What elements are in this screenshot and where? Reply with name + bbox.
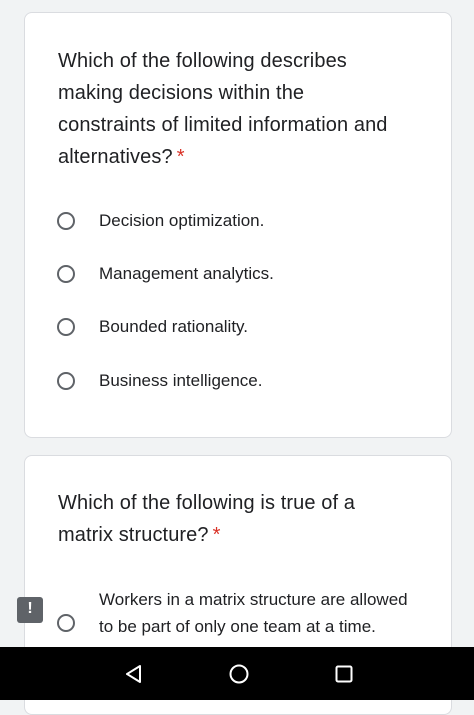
radio-option[interactable]: Management analytics. — [57, 263, 274, 285]
home-circle-icon-svg — [229, 664, 249, 684]
option-label[interactable]: Bounded rationality. — [99, 316, 248, 338]
home-circle-icon[interactable] — [226, 661, 252, 687]
radio-option[interactable]: Workers in a matrix structure are allowe… — [57, 586, 409, 640]
radio-button[interactable] — [57, 372, 75, 390]
question-text: Which of the following is true of a matr… — [58, 492, 355, 546]
back-triangle-icon[interactable] — [121, 661, 147, 687]
radio-button[interactable] — [57, 614, 75, 632]
radio-option[interactable]: Business intelligence. — [57, 370, 262, 392]
radio-button[interactable] — [57, 318, 75, 336]
question-card-1: Which of the following describes making … — [24, 12, 452, 438]
system-navigation-bar — [0, 647, 474, 700]
question-title: Which of the following describes making … — [58, 45, 398, 173]
required-asterisk: * — [212, 524, 221, 546]
question-text: Which of the following describes making … — [58, 50, 388, 168]
radio-option[interactable]: Bounded rationality. — [57, 316, 248, 338]
option-label[interactable]: Business intelligence. — [99, 370, 262, 392]
question-title: Which of the following is true of a matr… — [58, 487, 398, 551]
option-label[interactable]: Decision optimization. — [99, 210, 264, 232]
option-label[interactable]: Management analytics. — [99, 263, 274, 285]
report-icon-glyph: ! — [27, 600, 33, 617]
recents-square-icon-svg — [335, 665, 353, 683]
radio-button[interactable] — [57, 212, 75, 230]
option-label[interactable]: Workers in a matrix structure are allowe… — [99, 586, 409, 640]
report-icon[interactable]: ! — [17, 597, 43, 623]
radio-button[interactable] — [57, 265, 75, 283]
radio-option[interactable]: Decision optimization. — [57, 210, 264, 232]
recents-square-icon[interactable] — [331, 661, 357, 687]
back-triangle-icon-svg — [126, 665, 141, 683]
required-asterisk: * — [176, 146, 185, 168]
